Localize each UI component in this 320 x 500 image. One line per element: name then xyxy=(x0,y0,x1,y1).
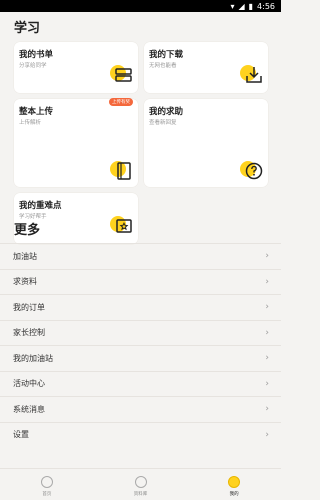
card-my-booklist[interactable]: 我的书单 分享给同学 xyxy=(14,42,138,93)
chevron-right-icon: › xyxy=(265,302,269,313)
chevron-right-icon: › xyxy=(265,353,269,364)
list-item-label: 系统消息 xyxy=(13,404,45,414)
signal-icon: ◢ xyxy=(238,1,245,11)
card-my-help[interactable]: 我的求助 查看新回复 xyxy=(144,99,268,187)
status-time: 4:56 xyxy=(257,1,275,11)
tab-library[interactable]: 资料库 xyxy=(94,469,188,500)
card-title: 我的下载 xyxy=(149,50,184,60)
card-subtitle: 查看新回复 xyxy=(149,120,177,126)
status-bar: ▾ ◢ ▮ 4:56 xyxy=(0,0,281,12)
wifi-icon: ▾ xyxy=(230,1,235,11)
card-title: 整本上传 xyxy=(19,107,54,117)
card-subtitle: 上传解析 xyxy=(19,120,42,126)
chevron-right-icon: › xyxy=(265,276,269,287)
tab-profile[interactable]: 我的 xyxy=(187,469,281,500)
list-item-settings[interactable]: 设置 › xyxy=(0,421,281,448)
profile-icon xyxy=(228,476,241,488)
library-icon xyxy=(134,476,147,488)
help-question-icon xyxy=(240,160,265,182)
bottom-tab-bar: 首页 资料库 我的 xyxy=(0,468,281,500)
list-item-label: 设置 xyxy=(13,430,29,440)
study-grid: 我的书单 分享给同学 我的下载 无网也能看 整本上传 上传解析 我的求助 查看新… xyxy=(0,42,281,244)
tab-label: 我的 xyxy=(229,492,239,497)
card-subtitle: 分享给同学 xyxy=(19,63,47,69)
chevron-right-icon: › xyxy=(265,251,269,262)
more-list: 加油站 › 求资料 › 我的订单 › 家长控制 › 我的加油站 › 活动中心 › 系统消息 ›… xyxy=(0,243,281,447)
chevron-right-icon: › xyxy=(265,429,269,440)
list-item-label: 家长控制 xyxy=(13,328,45,338)
card-my-downloads[interactable]: 我的下载 无网也能看 xyxy=(144,42,268,93)
tab-home[interactable]: 首页 xyxy=(0,469,94,500)
list-item-label: 我的订单 xyxy=(13,302,45,312)
card-title: 我的重难点 xyxy=(19,201,62,211)
card-upload-book[interactable]: 整本上传 上传解析 xyxy=(14,99,138,187)
tab-label: 首页 xyxy=(42,492,52,497)
booklist-icon xyxy=(110,64,135,86)
card-title: 我的求助 xyxy=(149,107,184,117)
chevron-right-icon: › xyxy=(265,327,269,338)
list-item-label: 求资料 xyxy=(13,277,37,287)
home-icon xyxy=(40,476,53,488)
upload-reward-badge: 上传有奖 xyxy=(109,98,133,106)
chevron-right-icon: › xyxy=(265,404,269,415)
list-item-my-gas-station[interactable]: 我的加油站 › xyxy=(0,345,281,371)
list-item-my-orders[interactable]: 我的订单 › xyxy=(0,294,281,320)
list-item-label: 我的加油站 xyxy=(13,353,53,363)
download-icon xyxy=(240,64,265,86)
card-subtitle: 无网也能看 xyxy=(149,63,177,69)
list-item-parental-control[interactable]: 家长控制 › xyxy=(0,319,281,346)
starred-folder-icon xyxy=(110,215,135,237)
more-section-title: 更多 xyxy=(14,223,41,238)
card-title: 我的书单 xyxy=(19,50,54,60)
list-item-gas-station[interactable]: 加油站 › xyxy=(0,243,281,269)
list-item-label: 加油站 xyxy=(13,251,37,261)
list-item-system-messages[interactable]: 系统消息 › xyxy=(0,396,281,422)
list-item-activity-center[interactable]: 活动中心 › xyxy=(0,370,281,397)
battery-icon: ▮ xyxy=(248,1,254,11)
book-upload-icon xyxy=(110,160,135,182)
list-item-request-materials[interactable]: 求资料 › xyxy=(0,268,281,295)
tab-label: 资料库 xyxy=(133,492,148,497)
list-item-label: 活动中心 xyxy=(13,379,45,389)
study-section-title: 学习 xyxy=(14,21,41,36)
chevron-right-icon: › xyxy=(265,378,269,389)
